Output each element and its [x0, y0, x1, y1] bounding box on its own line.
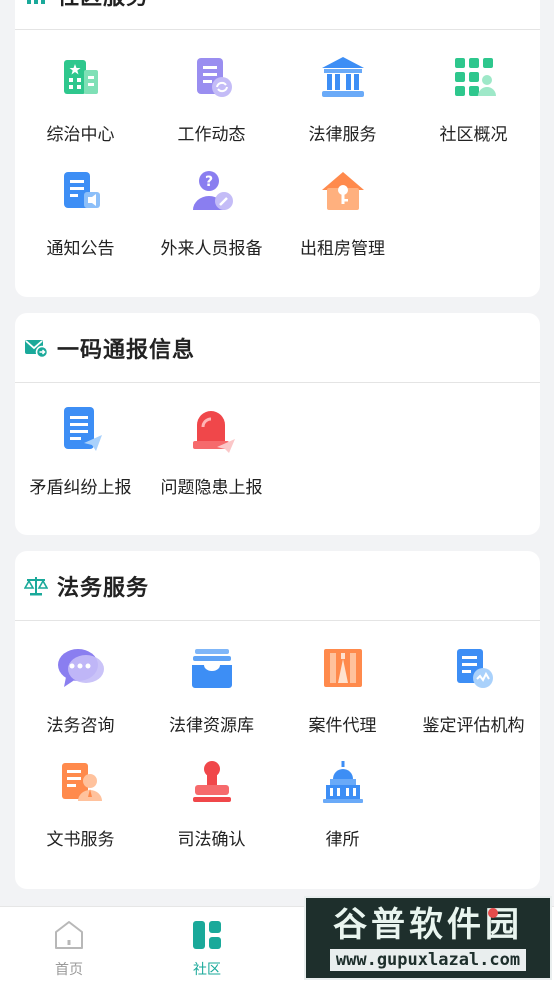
tile-work-news[interactable]: 工作动态	[146, 50, 277, 164]
tile-label: 社区概况	[439, 125, 508, 145]
tile-rental-management[interactable]: 出租房管理	[277, 164, 408, 278]
section-title: 一码通报信息	[57, 337, 196, 363]
community-grid-icon	[191, 919, 223, 955]
chat-bubble-icon	[54, 641, 108, 695]
case-door-icon	[316, 641, 370, 695]
tile-case-agency[interactable]: 案件代理	[277, 641, 408, 755]
home-icon	[52, 919, 86, 955]
tile-visitor-report[interactable]: ? 外来人员报备	[146, 164, 277, 278]
tile-legal-consult[interactable]: 法务咨询	[15, 641, 146, 755]
tab-community[interactable]: 社区	[138, 907, 276, 984]
tile-label: 案件代理	[308, 716, 377, 736]
courthouse-icon	[316, 50, 370, 104]
community-service-header: 社区服务	[15, 0, 540, 30]
document-person-icon	[54, 755, 108, 809]
list-send-icon	[54, 403, 108, 457]
alarm-light-icon	[185, 403, 239, 457]
grid-person-icon	[447, 50, 501, 104]
legal-service-header: 法务服务	[15, 551, 540, 621]
notice-speaker-icon	[54, 164, 108, 218]
tile-notice[interactable]: 通知公告	[15, 164, 146, 278]
tile-label: 法律服务	[308, 125, 377, 145]
inbox-tray-icon	[185, 641, 239, 695]
document-refresh-icon	[185, 50, 239, 104]
tile-hazard-report[interactable]: 问题隐患上报	[146, 403, 277, 517]
tile-legal-library[interactable]: 法律资源库	[146, 641, 277, 755]
house-key-icon	[316, 164, 370, 218]
tab-home-label: 首页	[55, 962, 83, 978]
tile-label: 问题隐患上报	[160, 478, 263, 498]
capitol-building-icon	[316, 755, 370, 809]
section-title: 社区服务	[57, 0, 149, 11]
mail-send-icon	[23, 335, 49, 361]
tile-label: 法务咨询	[46, 716, 115, 736]
tile-label: 法律资源库	[169, 716, 254, 736]
tab-community-label: 社区	[193, 962, 221, 978]
tile-judicial-confirmation[interactable]: 司法确认	[146, 755, 277, 869]
certificate-icon	[447, 641, 501, 695]
tile-law-firm[interactable]: 律所	[277, 755, 408, 869]
tile-label: 律所	[325, 830, 360, 850]
tile-label: 工作动态	[177, 125, 246, 145]
section-title: 法务服务	[57, 575, 150, 601]
scales-icon	[23, 573, 49, 599]
bar-chart-icon	[23, 0, 49, 8]
building-icon	[54, 50, 108, 104]
tile-label: 外来人员报备	[160, 239, 263, 259]
watermark-logo: 谷普软件园 www.gupuxlazal.com	[304, 896, 552, 980]
tile-legal-service[interactable]: 法律服务	[277, 50, 408, 164]
tile-dispute-report[interactable]: 矛盾纠纷上报	[15, 403, 146, 517]
community-service-card: 社区服务 综治中心 工作动态 法律服务 社区概况	[15, 0, 540, 297]
svg-text:?: ?	[204, 174, 212, 190]
report-info-header: 一码通报信息	[15, 313, 540, 383]
watermark-url: www.gupuxlazal.com	[329, 949, 527, 971]
report-info-card: 一码通报信息 矛盾纠纷上报 问题隐患上报	[15, 313, 540, 535]
tile-label: 司法确认	[177, 830, 246, 850]
tile-label: 综治中心	[46, 125, 115, 145]
tile-community-overview[interactable]: 社区概况	[408, 50, 539, 164]
person-question-icon: ?	[185, 164, 239, 218]
tile-appraisal-agency[interactable]: 鉴定评估机构	[408, 641, 539, 755]
tile-label: 出租房管理	[300, 239, 385, 259]
tile-label: 鉴定评估机构	[422, 716, 525, 736]
tile-label: 矛盾纠纷上报	[29, 478, 132, 498]
seal-stamp-icon	[185, 755, 239, 809]
legal-service-card: 法务服务 法务咨询 法律资源库 案件代理 鉴定评估机构 文书服务 司法确认 律所	[15, 551, 540, 889]
tile-zongzhi-center[interactable]: 综治中心	[15, 50, 146, 164]
tab-home[interactable]: 首页	[0, 907, 138, 984]
watermark-dot	[488, 908, 498, 918]
tile-document-service[interactable]: 文书服务	[15, 755, 146, 869]
tile-label: 文书服务	[46, 830, 115, 850]
tile-label: 通知公告	[46, 239, 115, 259]
